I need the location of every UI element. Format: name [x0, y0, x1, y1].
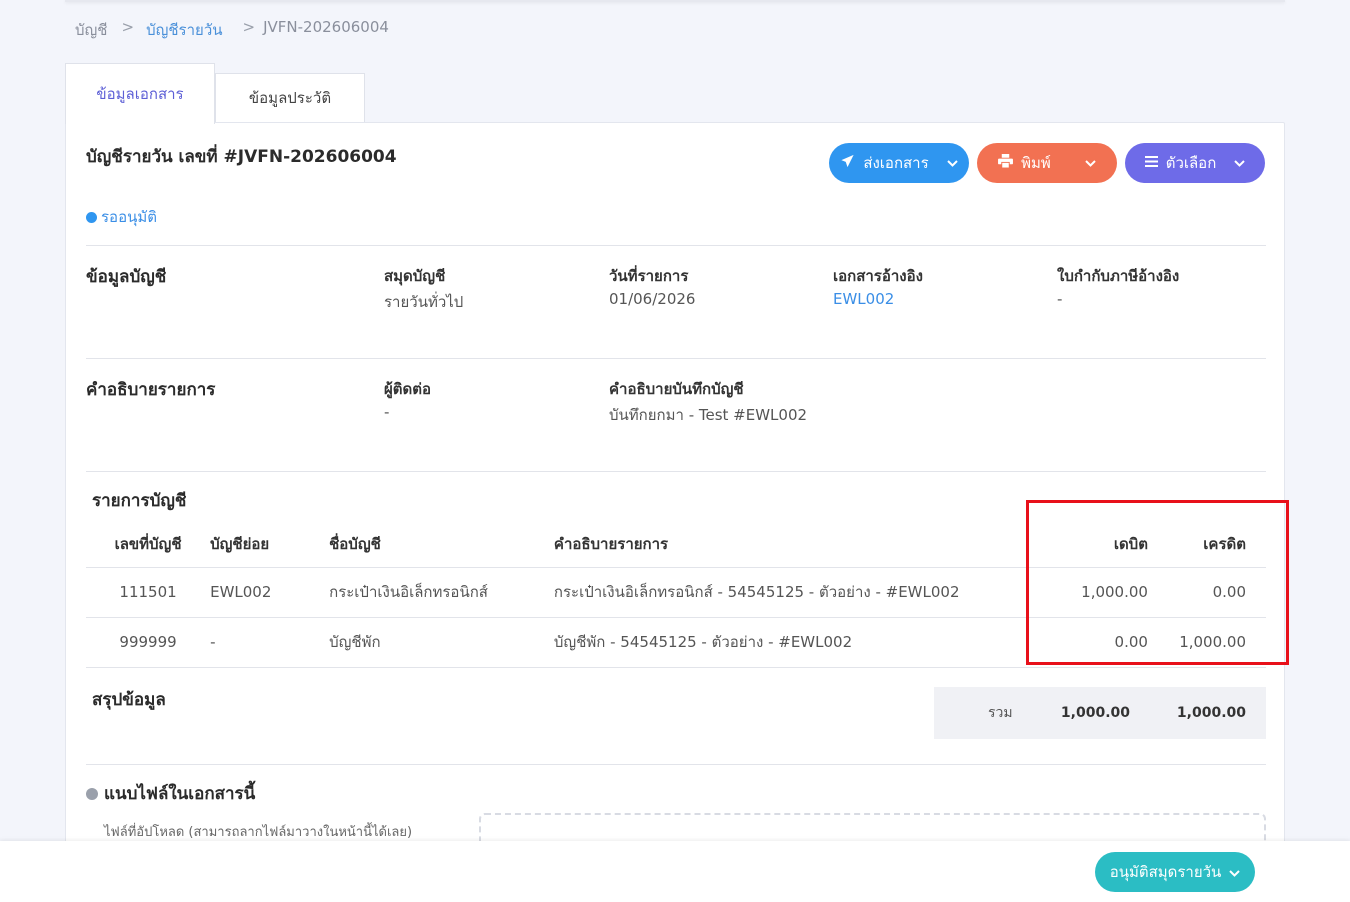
- account-name-cell: บัญชีพัก: [329, 617, 554, 668]
- description-cell: บัญชีพัก - 54545125 - ตัวอย่าง - #EWL002: [553, 617, 1012, 668]
- bottom-action-bar: อนุมัติสมุดรายวัน: [0, 841, 1350, 902]
- contact-field: ผู้ติดต่อ -: [384, 377, 431, 421]
- attachments-title: แนบไฟล์ในเอกสารนี้: [86, 780, 255, 807]
- total-label: รวม: [988, 705, 1013, 721]
- account-name-cell: กระเป๋าเงินอิเล็กทรอนิกส์: [329, 567, 554, 618]
- attachments-title-label: แนบไฟล์ในเอกสารนี้: [104, 784, 256, 804]
- chevron-down-icon: [1234, 157, 1245, 170]
- description-title: คำอธิบายรายการ: [86, 380, 216, 400]
- printer-icon: [998, 154, 1014, 172]
- send-document-label: ส่งเอกสาร: [863, 154, 929, 172]
- status-label: รออนุมัติ: [101, 208, 157, 226]
- approve-journal-label: อนุมัติสมุดรายวัน: [1109, 863, 1222, 881]
- breadcrumb-separator: >: [242, 18, 256, 36]
- divider: [86, 764, 1266, 765]
- journal-book-field: สมุดบัญชี รายวันทั่วไป: [384, 264, 463, 314]
- reference-document-link[interactable]: EWL002: [833, 290, 923, 308]
- options-button[interactable]: ตัวเลือก: [1125, 143, 1265, 183]
- upload-note: ไฟล์ที่อัปโหลด (สามารถลากไฟล์มาวางในหน้า…: [104, 825, 413, 840]
- status-badge: รออนุมัติ: [86, 205, 157, 229]
- contact-value: -: [384, 403, 390, 421]
- status-dot-icon: [86, 211, 97, 223]
- page-title: บัญชีรายวัน เลขที่ #JVFN-202606004: [86, 147, 397, 167]
- section-dot-icon: [86, 787, 98, 800]
- memo-value: บันทึกยกมา - Test #EWL002: [609, 406, 808, 424]
- chevron-down-icon: [946, 157, 958, 170]
- column-header-description: คำอธิบายรายการ: [553, 521, 1012, 568]
- top-bar-edge: [65, 0, 1285, 2]
- sub-account-cell: EWL002: [210, 567, 330, 618]
- account-no-cell: 999999: [86, 617, 211, 668]
- total-debit: 1,000.00: [1060, 705, 1130, 721]
- breadcrumb-current: JVFN-202606004: [263, 18, 389, 36]
- breadcrumb-root[interactable]: บัญชี: [75, 18, 107, 42]
- memo-field: คำอธิบายบันทึกบัญชี บันทึกยกมา - Test #E…: [609, 377, 807, 427]
- options-label: ตัวเลือก: [1165, 154, 1217, 172]
- column-header-account-name: ชื่อบัญชี: [329, 521, 554, 568]
- reference-tax-invoice-field: ใบกำกับภาษีอ้างอิง -: [1057, 264, 1179, 308]
- reference-tax-invoice-label: ใบกำกับภาษีอ้างอิง: [1057, 267, 1180, 285]
- highlight-box: [1026, 500, 1289, 665]
- breadcrumb-parent-link[interactable]: บัญชีรายวัน: [146, 18, 222, 42]
- reference-tax-invoice-value: -: [1057, 290, 1063, 308]
- column-header-sub-account: บัญชีย่อย: [210, 521, 330, 568]
- print-button[interactable]: พิมพ์: [977, 143, 1117, 183]
- sub-account-cell: -: [210, 617, 330, 668]
- contact-label: ผู้ติดต่อ: [384, 380, 432, 398]
- menu-icon: [1144, 155, 1158, 171]
- transaction-date-label: วันที่รายการ: [609, 267, 689, 285]
- description-cell: กระเป๋าเงินอิเล็กทรอนิกส์ - 54545125 - ต…: [553, 567, 1012, 618]
- divider: [86, 358, 1266, 359]
- breadcrumb-separator: >: [121, 18, 135, 36]
- transaction-date-value: 01/06/2026: [609, 290, 696, 308]
- transaction-date-field: วันที่รายการ 01/06/2026: [609, 264, 695, 308]
- reference-document-field: เอกสารอ้างอิง EWL002: [833, 264, 923, 308]
- divider: [86, 245, 1266, 246]
- summary-totals: รวม 1,000.00 1,000.00: [934, 687, 1266, 739]
- total-credit: 1,000.00: [1176, 705, 1246, 721]
- memo-label: คำอธิบายบันทึกบัญชี: [609, 380, 744, 398]
- account-info-title: ข้อมูลบัญชี: [86, 267, 167, 287]
- column-header-account-no: เลขที่บัญชี: [86, 521, 211, 568]
- chevron-down-icon: [1085, 157, 1096, 170]
- approve-journal-button[interactable]: อนุมัติสมุดรายวัน: [1095, 852, 1255, 892]
- chevron-down-icon: [1229, 863, 1241, 881]
- breadcrumb: บัญชี > บัญชีรายวัน > JVFN-202606004: [75, 18, 389, 42]
- tab-document-info[interactable]: ข้อมูลเอกสาร: [65, 63, 215, 124]
- account-no-cell: 111501: [86, 567, 211, 618]
- tab-history[interactable]: ข้อมูลประวัติ: [215, 73, 365, 123]
- reference-document-label: เอกสารอ้างอิง: [833, 267, 923, 285]
- journal-book-value: รายวันทั่วไป: [384, 293, 464, 311]
- journal-book-label: สมุดบัญชี: [384, 267, 446, 285]
- print-label: พิมพ์: [1021, 154, 1051, 172]
- divider: [86, 471, 1266, 472]
- paper-plane-icon: [840, 154, 855, 172]
- entries-title: รายการบัญชี: [92, 491, 187, 511]
- summary-title: สรุปข้อมูล: [92, 690, 166, 710]
- send-document-button[interactable]: ส่งเอกสาร: [829, 143, 969, 183]
